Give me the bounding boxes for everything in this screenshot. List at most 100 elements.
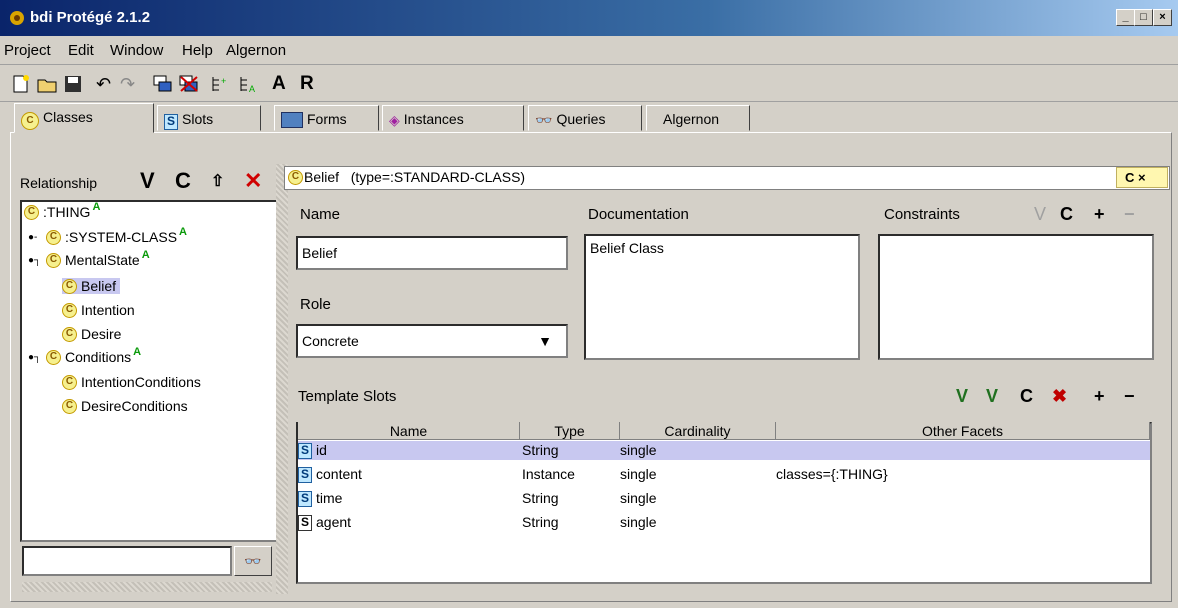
slot-cardinality: single bbox=[620, 466, 657, 482]
left-pane-scrollbar[interactable] bbox=[22, 582, 272, 592]
binoculars-icon: 👓 bbox=[535, 112, 553, 129]
slot-icon: S bbox=[298, 467, 312, 484]
tree-item[interactable]: C IntentionConditions bbox=[62, 374, 201, 390]
class-icon: C bbox=[46, 349, 61, 365]
menu-window[interactable]: Window bbox=[110, 42, 163, 59]
table-row[interactable]: Scontent Instance single classes={:THING… bbox=[298, 465, 1150, 484]
open-project-icon[interactable] bbox=[36, 74, 58, 94]
save-project-icon[interactable] bbox=[62, 74, 84, 94]
view-slot-button[interactable]: V bbox=[956, 386, 968, 407]
add-constraint-button[interactable]: + bbox=[1094, 204, 1105, 225]
binoculars-search-icon[interactable]: 👓 bbox=[234, 546, 272, 576]
tree-item[interactable]: ●┐ C MentalState A bbox=[28, 249, 150, 268]
tree-item[interactable]: C Desire bbox=[62, 326, 121, 342]
collapse-handle-icon[interactable]: ●┐ bbox=[28, 352, 46, 363]
remove-slot-icon[interactable]: ✖ bbox=[1052, 386, 1067, 407]
column-header-cardinality[interactable]: Cardinality bbox=[620, 422, 776, 440]
class-icon: C bbox=[62, 374, 77, 390]
tree-item-selected[interactable]: C Belief bbox=[62, 278, 121, 294]
constraints-field[interactable] bbox=[878, 234, 1154, 360]
name-field[interactable]: Belief bbox=[296, 236, 568, 270]
table-row[interactable]: Sid String single bbox=[298, 441, 1150, 460]
new-project-icon[interactable] bbox=[10, 74, 32, 94]
view-constraint-button[interactable]: V bbox=[1034, 204, 1046, 225]
instances-tab-icon: ◈ bbox=[389, 112, 400, 129]
template-slots-label: Template Slots bbox=[298, 388, 397, 405]
delete-slot-button[interactable]: − bbox=[1124, 386, 1135, 407]
class-icon: C bbox=[46, 229, 61, 245]
protege-app-icon bbox=[10, 11, 24, 25]
constraints-label: Constraints bbox=[884, 206, 960, 223]
up-arrow-icon[interactable]: ⇧ bbox=[211, 171, 224, 191]
menu-help[interactable]: Help bbox=[182, 42, 213, 59]
collapse-handle-icon[interactable]: ●┐ bbox=[28, 255, 46, 266]
slot-cardinality: single bbox=[620, 514, 657, 530]
slot-name: content bbox=[316, 466, 362, 482]
pane-splitter[interactable] bbox=[276, 164, 288, 594]
tree-item[interactable]: C DesireConditions bbox=[62, 398, 188, 414]
role-label: Role bbox=[300, 296, 331, 313]
class-icon: C bbox=[288, 170, 303, 185]
redo-icon[interactable]: ↷ bbox=[120, 74, 142, 94]
class-header-controls[interactable]: C × bbox=[1116, 167, 1168, 188]
tree-item[interactable]: C Intention bbox=[62, 302, 135, 318]
create-slot-button[interactable]: C bbox=[1020, 386, 1033, 407]
toolbar-r-button[interactable]: R bbox=[300, 73, 314, 95]
menu-bar: Project Edit Window Help Algernon bbox=[0, 36, 1178, 65]
undo-icon[interactable]: ↶ bbox=[96, 74, 118, 94]
toolbar: ↶ ↷ + A A R bbox=[0, 65, 1178, 102]
tab-slots[interactable]: S Slots bbox=[157, 105, 261, 131]
relationship-label: Relationship bbox=[20, 175, 98, 191]
class-icon: C bbox=[62, 398, 77, 414]
class-icon: C bbox=[62, 326, 77, 342]
documentation-field[interactable]: Belief Class bbox=[584, 234, 860, 360]
tree-item[interactable]: ●┐ C Conditions A bbox=[28, 346, 141, 365]
minimize-icon[interactable]: _ bbox=[1116, 9, 1135, 26]
tree-item[interactable]: ●- C:SYSTEM-CLASS A bbox=[28, 226, 187, 245]
expand-handle-icon[interactable]: ●- bbox=[28, 232, 46, 243]
view-class-button[interactable]: V bbox=[140, 168, 155, 194]
slot-name: agent bbox=[316, 514, 352, 530]
sort-slots-icon[interactable]: A bbox=[238, 74, 260, 94]
close-windows-icon[interactable] bbox=[178, 74, 200, 94]
add-slot-icon[interactable]: + bbox=[210, 74, 232, 94]
menu-project[interactable]: Project bbox=[4, 42, 51, 59]
menu-algernon[interactable]: Algernon bbox=[226, 42, 286, 59]
toolbar-a-button[interactable]: A bbox=[272, 73, 286, 95]
slot-cardinality: single bbox=[620, 490, 657, 506]
cascade-windows-icon[interactable] bbox=[152, 74, 174, 94]
column-header-other-facets[interactable]: Other Facets bbox=[776, 422, 1150, 440]
tab-queries[interactable]: 👓 Queries bbox=[528, 105, 642, 131]
table-row[interactable]: Stime String single bbox=[298, 489, 1150, 508]
maximize-icon[interactable]: □ bbox=[1134, 9, 1153, 26]
tab-classes[interactable]: C Classes bbox=[14, 103, 154, 133]
slot-type: String bbox=[522, 514, 559, 530]
class-search-input[interactable] bbox=[22, 546, 232, 576]
chevron-down-icon: ▼ bbox=[538, 333, 552, 349]
class-icon: C bbox=[62, 302, 77, 318]
svg-text:+: + bbox=[221, 76, 226, 86]
role-select[interactable]: Concrete ▼ bbox=[296, 324, 568, 358]
remove-constraint-button[interactable]: − bbox=[1124, 204, 1135, 225]
tree-item[interactable]: C:THING A bbox=[24, 201, 100, 220]
class-header-type: (type=:STANDARD-CLASS) bbox=[350, 169, 526, 185]
table-row[interactable]: Sagent String single bbox=[298, 513, 1150, 532]
column-header-type[interactable]: Type bbox=[520, 422, 620, 440]
create-class-button[interactable]: C bbox=[175, 168, 191, 194]
slot-icon: S bbox=[298, 443, 312, 460]
classes-tab-icon: C bbox=[21, 105, 39, 131]
tab-instances[interactable]: ◈ Instances bbox=[382, 105, 524, 131]
slot-cardinality: single bbox=[620, 442, 657, 458]
menu-edit[interactable]: Edit bbox=[68, 42, 94, 59]
view-slot-facets-button[interactable]: V bbox=[986, 386, 998, 407]
create-constraint-button[interactable]: C bbox=[1060, 204, 1073, 225]
add-slot-button[interactable]: + bbox=[1094, 386, 1105, 407]
slot-name: id bbox=[316, 442, 327, 458]
tab-forms[interactable]: Forms bbox=[274, 105, 379, 131]
documentation-label: Documentation bbox=[588, 206, 689, 223]
close-icon[interactable]: × bbox=[1153, 9, 1172, 26]
column-header-name[interactable]: Name bbox=[298, 422, 520, 440]
tab-algernon[interactable]: Algernon bbox=[646, 105, 750, 131]
delete-class-icon[interactable]: ✕ bbox=[244, 168, 262, 194]
window-title: bdi Protégé 2.1.2 bbox=[30, 9, 151, 26]
